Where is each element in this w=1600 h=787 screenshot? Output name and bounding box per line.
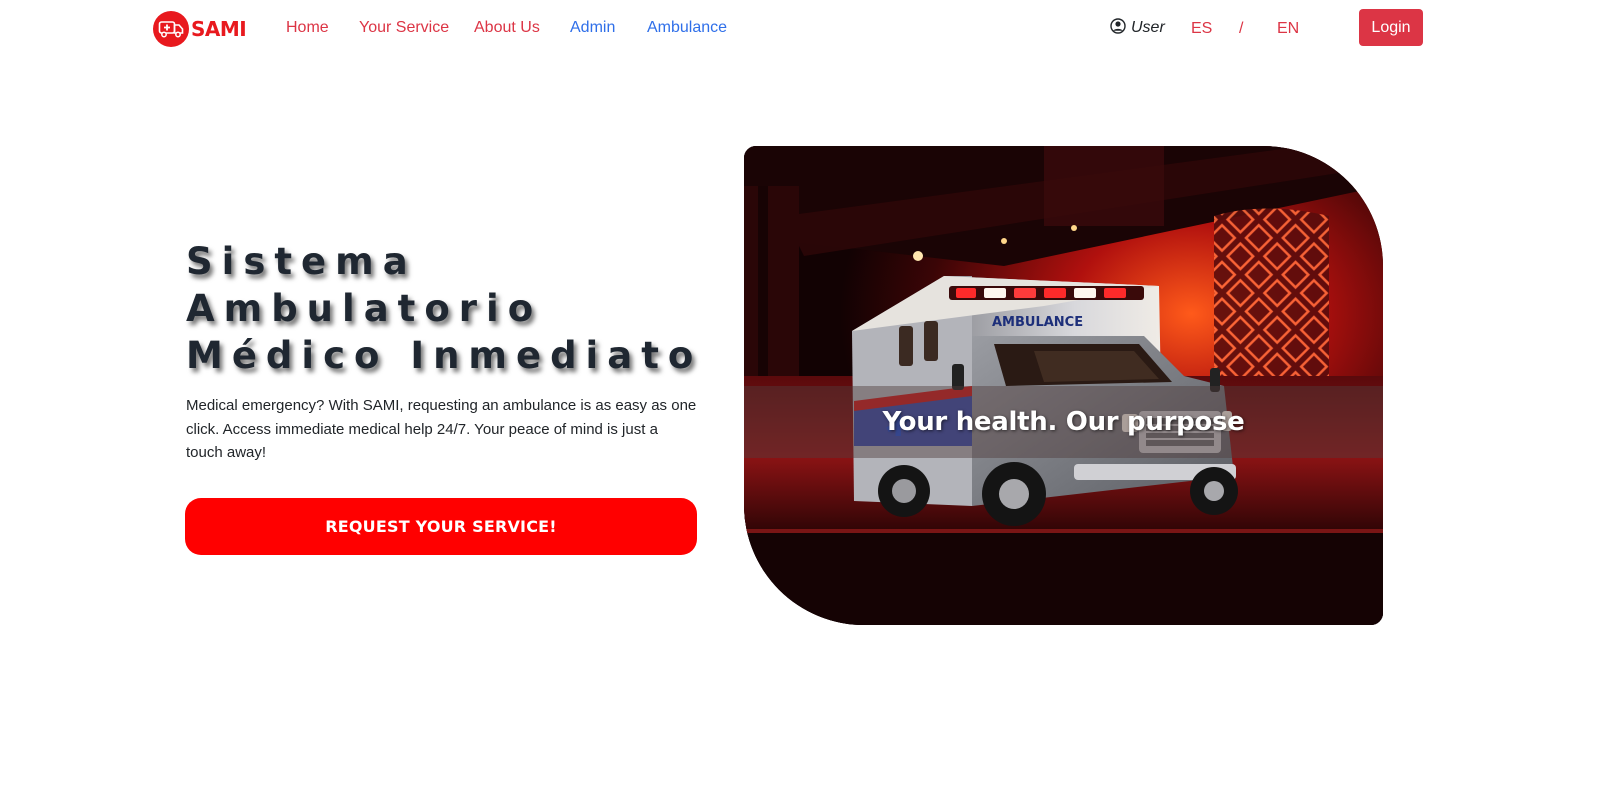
login-button[interactable]: Login [1359,9,1423,46]
language-es[interactable]: ES [1191,19,1212,39]
brand-name: SAMI [191,17,247,41]
nav-home[interactable]: Home [286,18,329,38]
hero-title: Sistema Ambulatorio Médico Inmediato [186,238,726,379]
user-menu[interactable]: User [1110,17,1165,39]
nav-about-us[interactable]: About Us [474,18,540,38]
ambulance-vehicle-label: AMBULANCE [992,315,1083,330]
user-circle-icon [1110,17,1126,39]
hero-ambulance-image: ✱ AMBULANCE Your health. Our purpose [744,146,1383,625]
language-en[interactable]: EN [1277,19,1299,39]
hero-title-line-1: Sistema [186,240,417,283]
language-separator: / [1239,20,1244,37]
nav-ambulance[interactable]: Ambulance [647,18,727,38]
hero-image-caption: Your health. Our purpose [882,407,1245,437]
user-label: User [1131,19,1165,36]
hero-description: Medical emergency? With SAMI, requesting… [186,397,697,461]
ambulance-icon [153,11,189,47]
top-navbar: SAMI Home Your Service About Us Admin Am… [0,0,1600,58]
brand-logo[interactable]: SAMI [153,11,247,47]
hero-title-line-2: Ambulatorio [186,287,543,330]
nav-your-service[interactable]: Your Service [359,18,449,38]
hero-title-line-3: Médico Inmediato [186,334,703,377]
request-service-button[interactable]: REQUEST YOUR SERVICE! [185,498,697,555]
nav-admin[interactable]: Admin [570,18,615,38]
